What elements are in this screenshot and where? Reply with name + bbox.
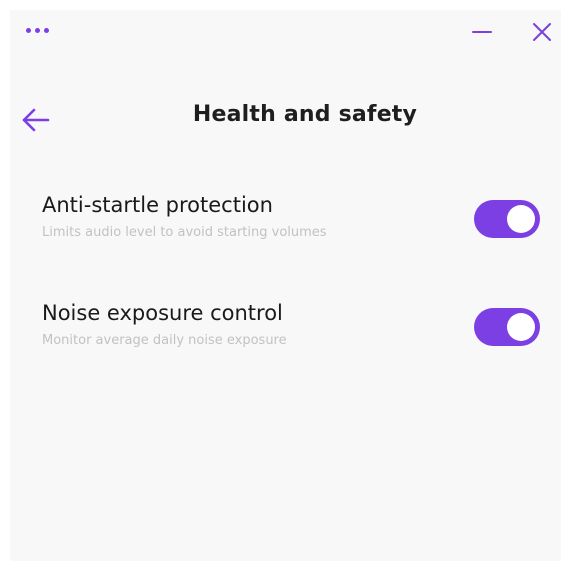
setting-anti-startle: Anti-startle protection Limits audio lev… <box>42 190 552 250</box>
setting-label: Anti-startle protection <box>42 193 273 217</box>
close-button[interactable] <box>528 20 556 44</box>
more-dot <box>26 27 31 33</box>
more-options-button[interactable] <box>26 22 56 38</box>
title-bar <box>10 10 561 54</box>
close-icon <box>533 23 551 41</box>
minimize-icon <box>472 31 492 33</box>
setting-noise-exposure: Noise exposure control Monitor average d… <box>42 298 552 358</box>
setting-description: Monitor average daily noise exposure <box>42 333 287 348</box>
setting-description: Limits audio level to avoid starting vol… <box>42 225 327 240</box>
more-dot <box>35 27 40 33</box>
toggle-knob <box>507 313 535 341</box>
app-window: Health and safety Anti-startle protectio… <box>10 10 561 561</box>
toggle-knob <box>507 205 535 233</box>
noise-exposure-toggle[interactable] <box>474 308 540 346</box>
more-dot <box>44 27 49 33</box>
page-title: Health and safety <box>192 102 418 127</box>
anti-startle-toggle[interactable] <box>474 200 540 238</box>
minimize-button[interactable] <box>468 20 496 44</box>
setting-label: Noise exposure control <box>42 301 283 325</box>
